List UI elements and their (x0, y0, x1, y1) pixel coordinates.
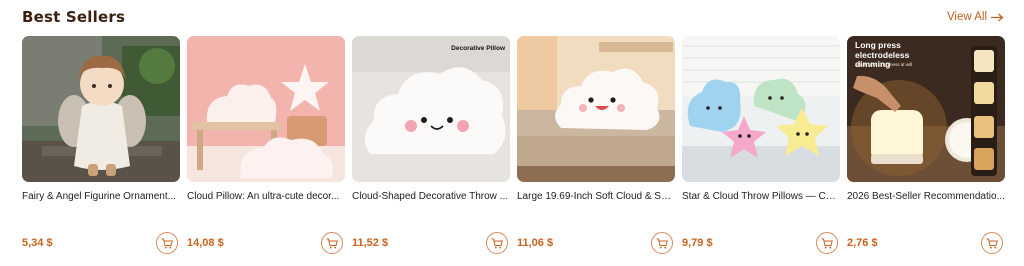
add-to-cart-button[interactable] (651, 232, 673, 254)
product-image[interactable]: Long press electrodeless dimming Adjust … (847, 36, 1005, 182)
product-image[interactable] (187, 36, 345, 182)
cart-icon (161, 238, 173, 248)
add-to-cart-button[interactable] (486, 232, 508, 254)
product-image-label: Decorative Pillow (451, 45, 505, 52)
product-image[interactable]: Decorative Pillow (352, 36, 510, 182)
product-card[interactable]: Large 19.69-Inch Soft Cloud & Smi... 11,… (517, 36, 675, 258)
section-title: Best Sellers (22, 8, 126, 26)
product-price: 14,08 $ (187, 237, 224, 249)
product-image[interactable] (682, 36, 840, 182)
add-to-cart-button[interactable] (321, 232, 343, 254)
product-name[interactable]: Star & Cloud Throw Pillows — Cut... (682, 191, 840, 202)
product-image-subtitle: Adjust your brightness at will (855, 62, 913, 67)
product-image[interactable] (22, 36, 180, 182)
product-price: 11,52 $ (352, 237, 389, 249)
product-price: 2,76 $ (847, 237, 878, 249)
view-all-link[interactable]: View All (947, 11, 1004, 23)
product-card[interactable]: Long press electrodeless dimming Adjust … (847, 36, 1005, 258)
view-all-label: View All (946, 11, 987, 23)
product-price: 5,34 $ (22, 237, 53, 249)
product-name[interactable]: Large 19.69-Inch Soft Cloud & Smi... (517, 191, 675, 202)
product-grid: Fairy & Angel Figurine Ornament... 5,34 … (22, 36, 1005, 258)
add-to-cart-button[interactable] (816, 232, 838, 254)
product-name[interactable]: Cloud Pillow: An ultra-cute decor... (187, 191, 345, 202)
product-price: 9,79 $ (682, 237, 713, 249)
add-to-cart-button[interactable] (156, 232, 178, 254)
cart-icon (326, 238, 338, 248)
product-name[interactable]: Fairy & Angel Figurine Ornament... (22, 191, 180, 202)
section-header: Best Sellers View All (22, 6, 1004, 28)
product-name[interactable]: Cloud-Shaped Decorative Throw ... (352, 191, 510, 202)
cart-icon (656, 238, 668, 248)
product-card[interactable]: Fairy & Angel Figurine Ornament... 5,34 … (22, 36, 180, 258)
product-card[interactable]: Decorative Pillow Cloud-Shaped Decorativ… (352, 36, 510, 258)
cart-icon (491, 238, 503, 248)
cart-icon (986, 238, 998, 248)
product-card[interactable]: Star & Cloud Throw Pillows — Cut... 9,79… (682, 36, 840, 258)
arrow-right-icon (991, 13, 1004, 21)
product-name[interactable]: 2026 Best-Seller Recommendatio... (847, 191, 1005, 202)
add-to-cart-button[interactable] (981, 232, 1003, 254)
product-card[interactable]: Cloud Pillow: An ultra-cute decor... 14,… (187, 36, 345, 258)
cart-icon (821, 238, 833, 248)
product-image[interactable] (517, 36, 675, 182)
product-price: 11,06 $ (517, 237, 554, 249)
